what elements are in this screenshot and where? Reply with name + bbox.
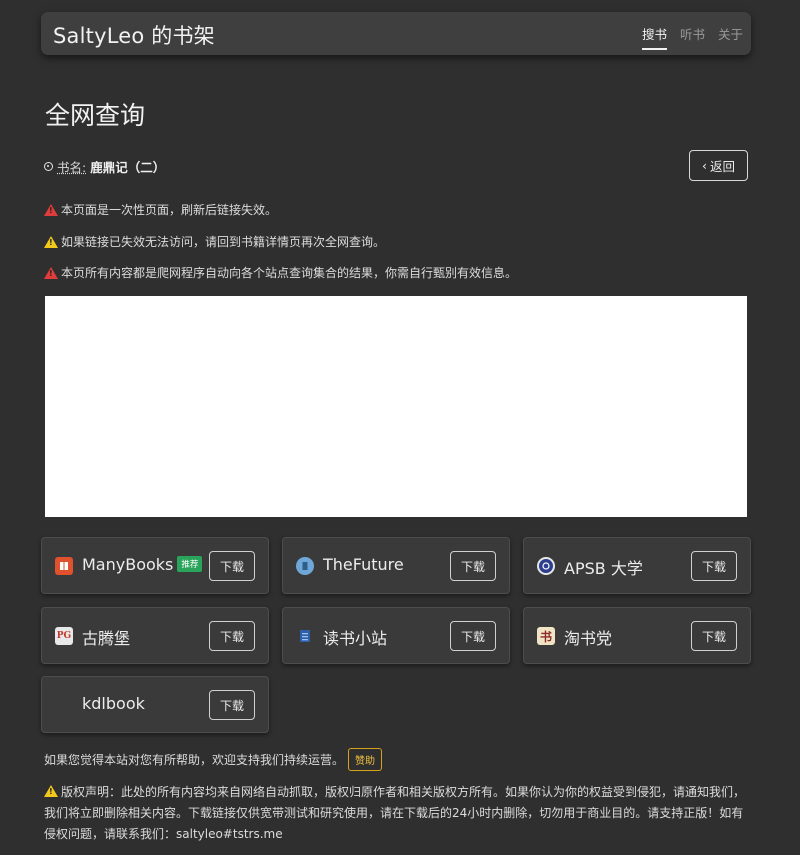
warning-yellow-icon <box>44 235 58 248</box>
source-card-manybooks: ManyBooks 推荐 下载 <box>41 537 269 594</box>
manybooks-icon <box>55 557 73 575</box>
source-card-kdlbook: kdlbook 下载 <box>41 676 269 733</box>
dushu-icon <box>296 627 314 645</box>
download-button-dushu[interactable]: 下载 <box>450 621 496 651</box>
source-name: 淘书党 <box>564 629 613 648</box>
notice-text: 本页面是一次性页面，刷新后链接失效。 <box>61 203 278 217</box>
support-message: 如果您觉得本站对您有所帮助，欢迎支持我们持续运营。 赞助 <box>44 748 383 771</box>
copyright-text: 版权声明：此处的所有内容均来自网络自动抓取，版权归原作者和相关版权方所有。如果你… <box>44 785 746 841</box>
download-button-gutenberg[interactable]: 下载 <box>209 621 255 651</box>
download-button-kdlbook[interactable]: 下载 <box>209 690 255 720</box>
nav-about[interactable]: 关于 <box>718 24 743 49</box>
notice-crawler-results: 本页所有内容都是爬网程序自动向各个站点查询集合的结果，你需自行甄别有效信息。 <box>44 264 517 281</box>
support-text: 如果您觉得本站对您有所帮助，欢迎支持我们持续运营。 <box>44 753 345 767</box>
top-navbar: SaltyLeo 的书架 搜书 听书 关于 <box>41 12 751 55</box>
warning-red-icon <box>44 203 58 216</box>
notice-text: 本页所有内容都是爬网程序自动向各个站点查询集合的结果，你需自行甄别有效信息。 <box>61 266 518 280</box>
source-name: kdlbook <box>82 694 145 713</box>
results-frame <box>45 296 747 517</box>
back-button-label: 返回 <box>709 159 735 174</box>
source-name: ManyBooks 推荐 <box>82 555 203 574</box>
page-title: 全网查询 <box>45 101 146 130</box>
copyright-notice: 版权声明：此处的所有内容均来自网络自动抓取，版权归原作者和相关版权方所有。如果你… <box>44 782 752 845</box>
download-button-taoshudang[interactable]: 下载 <box>691 621 737 651</box>
back-button[interactable]: ‹ 返回 <box>689 150 748 181</box>
book-name: 鹿鼎记（二） <box>90 160 166 175</box>
download-button-manybooks[interactable]: 下载 <box>209 551 255 581</box>
book-label: 书名: <box>57 160 87 175</box>
source-name-text: ManyBooks <box>82 555 174 574</box>
source-name: 古腾堡 <box>82 629 131 648</box>
nav-search-books[interactable]: 搜书 <box>641 24 667 50</box>
nav-audiobooks[interactable]: 听书 <box>680 24 705 49</box>
notice-text: 如果链接已失效无法访问，请回到书籍详情页再次全网查询。 <box>61 235 386 249</box>
source-card-gutenberg: PG 古腾堡 下载 <box>41 607 269 664</box>
source-card-taoshudang: 书 淘书党 下载 <box>523 607 751 664</box>
warning-red-icon <box>44 266 58 279</box>
source-card-thefuture: TheFuture 下载 <box>282 537 510 594</box>
source-name: 读书小站 <box>323 629 388 648</box>
main-nav: 搜书 听书 关于 <box>641 24 743 50</box>
target-icon <box>44 162 53 171</box>
warning-yellow-icon <box>44 785 58 797</box>
source-name: TheFuture <box>323 555 404 574</box>
sponsor-button[interactable]: 赞助 <box>348 748 383 771</box>
download-button-thefuture[interactable]: 下载 <box>450 551 496 581</box>
site-brand[interactable]: SaltyLeo 的书架 <box>53 20 215 50</box>
book-info: 书名: 鹿鼎记（二） <box>44 157 165 176</box>
source-card-apsb: APSB 大学 下载 <box>523 537 751 594</box>
taoshudang-icon: 书 <box>537 627 555 645</box>
notice-link-expired: 如果链接已失效无法访问，请回到书籍详情页再次全网查询。 <box>44 233 385 250</box>
download-button-apsb[interactable]: 下载 <box>691 551 737 581</box>
notice-one-time-page: 本页面是一次性页面，刷新后链接失效。 <box>44 201 277 218</box>
gutenberg-icon: PG <box>55 627 73 645</box>
chevron-left-icon: ‹ <box>701 158 707 173</box>
recommended-badge: 推荐 <box>177 556 203 572</box>
source-name: APSB 大学 <box>564 559 643 578</box>
source-card-dushu: 读书小站 下载 <box>282 607 510 664</box>
thefuture-icon <box>296 557 314 575</box>
apsb-icon <box>537 557 555 575</box>
